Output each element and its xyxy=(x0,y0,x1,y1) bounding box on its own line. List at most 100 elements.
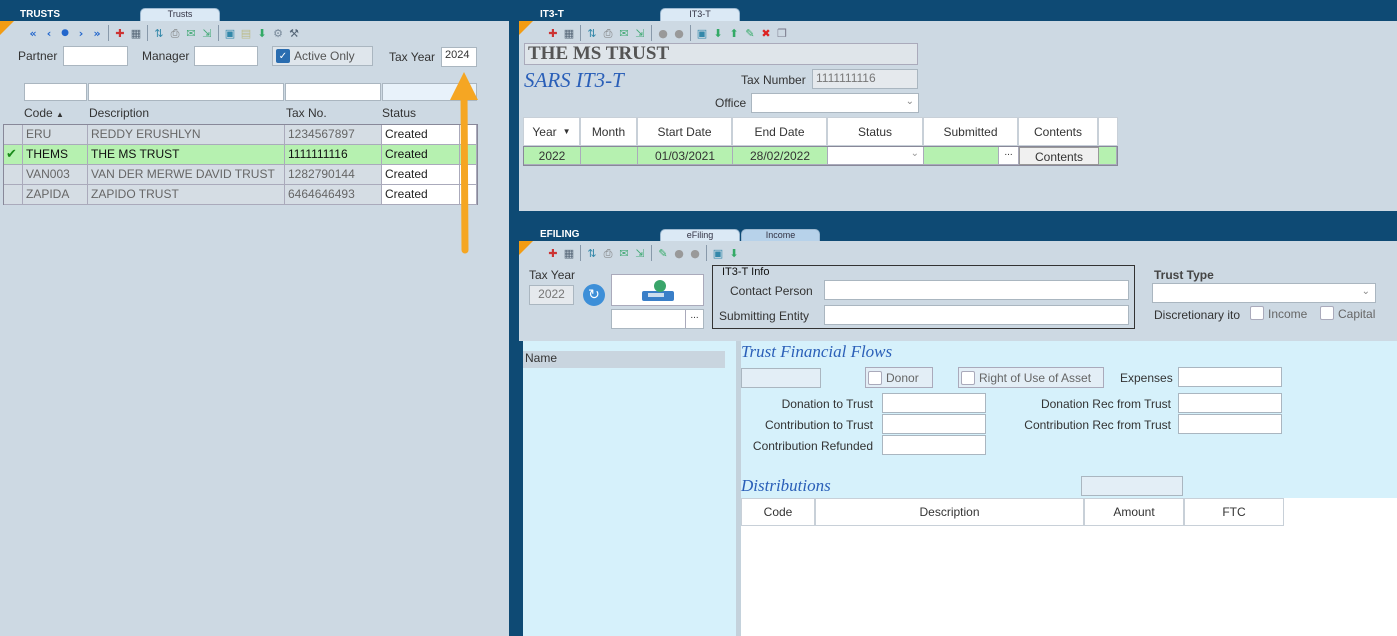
right-of-use-checkbox[interactable] xyxy=(961,370,975,385)
taxno-filter-input[interactable] xyxy=(285,83,381,101)
row-selector[interactable] xyxy=(4,125,23,145)
first-record-icon[interactable]: « xyxy=(26,26,40,40)
row-selector[interactable] xyxy=(4,165,23,185)
sars-efiling-button[interactable] xyxy=(611,274,704,306)
column-header-year[interactable]: Year ▼ xyxy=(523,117,580,146)
cell-description: THE MS TRUST xyxy=(88,145,285,165)
column-header-taxno[interactable]: Tax No. xyxy=(286,106,327,120)
sort-icon[interactable]: ⇅ xyxy=(585,246,599,260)
window-icon[interactable]: ▣ xyxy=(711,246,725,260)
cell-code: ZAPIDA xyxy=(23,185,88,205)
document-icon[interactable]: ▤ xyxy=(239,26,253,40)
column-header-contents[interactable]: Contents xyxy=(1018,117,1098,146)
table-row[interactable]: ERU REDDY ERUSHLYN 1234567897 Created ▾ xyxy=(4,125,477,145)
import-icon[interactable]: ⇲ xyxy=(633,246,647,260)
table-row[interactable]: ✔ THEMS THE MS TRUST 1111111116 Created xyxy=(4,145,477,165)
code-filter-input[interactable] xyxy=(24,83,87,101)
right-of-use-toggle[interactable]: Right of Use of Asset xyxy=(958,367,1104,388)
column-header-status[interactable]: Status xyxy=(827,117,923,146)
edit-icon[interactable]: ✎ xyxy=(743,26,757,40)
donation-rec-input[interactable] xyxy=(1178,393,1282,413)
donor-checkbox[interactable] xyxy=(868,370,882,385)
contents-button[interactable]: Contents xyxy=(1019,147,1099,165)
contribution-rec-input[interactable] xyxy=(1178,414,1282,434)
add-record-icon[interactable]: ✚ xyxy=(113,26,127,40)
column-header-submitted[interactable]: Submitted xyxy=(923,117,1018,146)
settings-icon[interactable]: ⚙ xyxy=(271,26,285,40)
tab-trusts[interactable]: Trusts xyxy=(140,8,220,22)
expenses-input[interactable] xyxy=(1178,367,1282,387)
download-icon[interactable]: ⬇ xyxy=(711,26,725,40)
export-icon[interactable]: ✉ xyxy=(617,26,631,40)
grid-view-icon[interactable]: ▦ xyxy=(562,26,576,40)
contribution-to-trust-input[interactable] xyxy=(882,414,986,434)
tax-year-input[interactable]: 2024 xyxy=(441,47,477,67)
refresh-icon[interactable]: ↻ xyxy=(583,284,605,306)
grid-view-icon[interactable]: ▦ xyxy=(562,246,576,260)
office-select[interactable]: ⌄ xyxy=(751,93,919,113)
donation-to-trust-input[interactable] xyxy=(882,393,986,413)
print-icon[interactable]: ⎙ xyxy=(601,26,615,40)
trust-type-select[interactable]: ⌄ xyxy=(1152,283,1376,303)
capital-checkbox[interactable] xyxy=(1320,306,1334,320)
add-record-icon[interactable]: ✚ xyxy=(546,26,560,40)
add-record-icon[interactable]: ✚ xyxy=(546,246,560,260)
column-header-year-label: Year xyxy=(532,124,557,139)
submitting-entity-input[interactable] xyxy=(824,305,1129,325)
contribution-refunded-input[interactable] xyxy=(882,435,986,455)
column-header-code[interactable]: Code ▲ xyxy=(24,106,64,120)
column-header-dist-amount[interactable]: Amount xyxy=(1084,498,1184,526)
copy-icon[interactable]: ❐ xyxy=(775,26,789,40)
column-header-dist-description[interactable]: Description xyxy=(815,498,1084,526)
grid-view-icon[interactable]: ▦ xyxy=(129,26,143,40)
download-icon[interactable]: ⬇ xyxy=(727,246,741,260)
description-filter-input[interactable] xyxy=(88,83,284,101)
file-ellipsis-button[interactable]: ... xyxy=(685,310,703,328)
tab-it3t[interactable]: IT3-T xyxy=(660,8,740,22)
edit-icon[interactable]: ✎ xyxy=(656,246,670,260)
last-record-icon[interactable]: » xyxy=(90,26,104,40)
import-icon[interactable]: ⇲ xyxy=(200,26,214,40)
cell-taxno: 6464646493 xyxy=(285,185,382,205)
table-row[interactable]: ZAPIDA ZAPIDO TRUST 6464646493 Created xyxy=(4,185,477,205)
column-header-month[interactable]: Month xyxy=(580,117,637,146)
column-header-end-date[interactable]: End Date xyxy=(732,117,827,146)
tools-icon[interactable]: ⚒ xyxy=(287,26,301,40)
export-icon[interactable]: ✉ xyxy=(184,26,198,40)
cell-code: THEMS xyxy=(23,145,88,165)
partner-input[interactable] xyxy=(63,46,128,66)
cell-status-select[interactable]: ⌄ xyxy=(828,147,924,165)
print-icon[interactable]: ⎙ xyxy=(601,246,615,260)
delete-icon[interactable]: ✖ xyxy=(759,26,773,40)
column-header-status[interactable]: Status xyxy=(382,106,416,120)
column-header-start-date[interactable]: Start Date xyxy=(637,117,732,146)
next-record-icon[interactable]: › xyxy=(74,26,88,40)
sort-icon[interactable]: ⇅ xyxy=(585,26,599,40)
record-info-icon[interactable]: ● xyxy=(58,26,72,40)
table-row[interactable]: 2022 01/03/2021 28/02/2022 ⌄ ... Content… xyxy=(523,146,1118,166)
active-only-checkbox[interactable]: ✓ xyxy=(276,49,290,63)
column-header-description[interactable]: Description xyxy=(89,106,149,120)
efiling-file-field[interactable]: ... xyxy=(611,309,704,329)
cell-submitted[interactable]: ... xyxy=(924,147,1019,165)
prev-record-icon[interactable]: ‹ xyxy=(42,26,56,40)
upload-icon[interactable]: ⬆ xyxy=(727,26,741,40)
active-only-toggle[interactable]: ✓ Active Only xyxy=(272,46,373,66)
download-icon[interactable]: ⬇ xyxy=(255,26,269,40)
income-checkbox[interactable] xyxy=(1250,306,1264,320)
window-icon[interactable]: ▣ xyxy=(695,26,709,40)
import-icon[interactable]: ⇲ xyxy=(633,26,647,40)
column-header-dist-ftc[interactable]: FTC xyxy=(1184,498,1284,526)
contact-person-input[interactable] xyxy=(824,280,1129,300)
submitted-ellipsis-button[interactable]: ... xyxy=(998,147,1018,164)
print-icon[interactable]: ⎙ xyxy=(168,26,182,40)
column-header-dist-code[interactable]: Code xyxy=(741,498,815,526)
sort-icon[interactable]: ⇅ xyxy=(152,26,166,40)
manager-input[interactable] xyxy=(194,46,258,66)
donor-toggle[interactable]: Donor xyxy=(865,367,933,388)
panel-corner-marker xyxy=(519,21,533,35)
table-row[interactable]: VAN003 VAN DER MERWE DAVID TRUST 1282790… xyxy=(4,165,477,185)
window-icon[interactable]: ▣ xyxy=(223,26,237,40)
export-icon[interactable]: ✉ xyxy=(617,246,631,260)
row-selector[interactable] xyxy=(4,185,23,205)
